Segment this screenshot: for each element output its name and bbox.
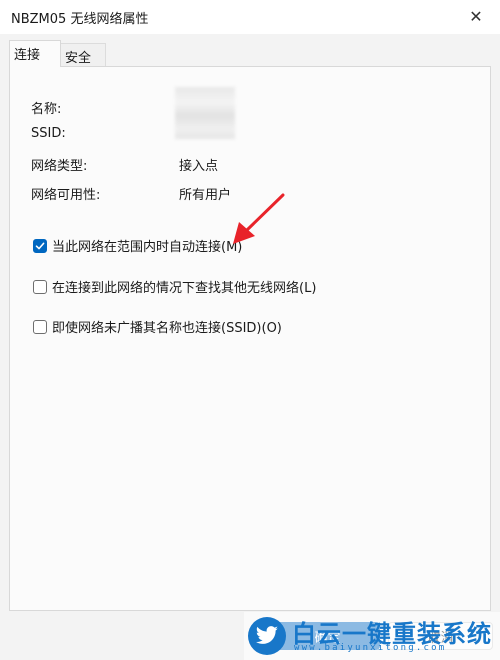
title-bar: NBZM05 无线网络属性 ✕ [0, 0, 500, 34]
auto-connect-label: 当此网络在范围内时自动连接(M) [52, 240, 243, 255]
availability-label: 网络可用性: [31, 188, 101, 203]
network-type-value: 接入点 [179, 159, 219, 174]
twitter-bird-icon [248, 617, 286, 655]
tab-panel-connection [9, 66, 491, 611]
hidden-ssid-label: 即使网络未广播其名称也连接(SSID)(O) [52, 321, 282, 336]
find-other-networks-checkbox[interactable] [33, 279, 47, 294]
hidden-ssid-option[interactable]: 即使网络未广播其名称也连接(SSID)(O) [33, 317, 282, 336]
find-other-networks-option[interactable]: 在连接到此网络的情况下查找其他无线网络(L) [33, 277, 316, 296]
watermark-url: www.baiyunxitong.com [294, 643, 447, 653]
availability-value: 所有用户 [179, 188, 232, 203]
hidden-ssid-checkbox[interactable] [33, 319, 47, 334]
network-type-label: 网络类型: [31, 159, 88, 174]
close-button[interactable]: ✕ [452, 0, 500, 32]
auto-connect-checkbox[interactable] [33, 238, 47, 253]
annotation-arrow-icon [233, 193, 285, 244]
redacted-network-name [175, 87, 235, 139]
checkmark-icon [35, 242, 45, 249]
window-title: NBZM05 无线网络属性 [11, 12, 149, 27]
tab-connection[interactable]: 连接 [9, 40, 61, 67]
name-label: 名称: [31, 102, 62, 117]
ssid-label: SSID: [31, 126, 66, 141]
close-icon: ✕ [469, 6, 483, 26]
find-other-networks-label: 在连接到此网络的情况下查找其他无线网络(L) [52, 281, 317, 296]
tab-security[interactable]: 安全 [60, 43, 106, 66]
auto-connect-option[interactable]: 当此网络在范围内时自动连接(M) [33, 236, 242, 255]
